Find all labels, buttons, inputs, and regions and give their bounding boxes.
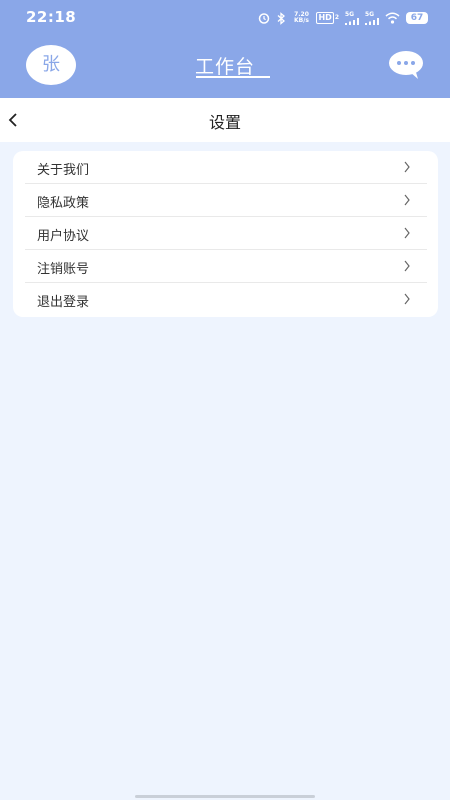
settings-item-delete-account[interactable]: 注销账号 xyxy=(25,250,427,283)
hd-indicator: HD 2 xyxy=(316,12,339,24)
chevron-right-icon xyxy=(404,161,410,173)
settings-item-label: 退出登录 xyxy=(37,295,90,310)
settings-item-user-agreement[interactable]: 用户协议 xyxy=(25,217,427,250)
battery-indicator: 67 xyxy=(406,12,428,24)
settings-item-label: 隐私政策 xyxy=(37,196,90,211)
signal-5g-1: 5G xyxy=(345,11,359,25)
alarm-icon xyxy=(259,13,270,24)
settings-item-privacy-policy[interactable]: 隐私政策 xyxy=(25,184,427,217)
chevron-right-icon xyxy=(404,293,410,305)
chevron-right-icon xyxy=(404,260,410,272)
signal-bars-icon xyxy=(365,18,379,25)
header-title: 工作台 xyxy=(194,56,255,78)
settings-list: 关于我们 隐私政策 用户协议 注销账号 退出登录 xyxy=(13,151,438,317)
signal-bars-icon xyxy=(345,18,359,25)
page-header: 设置 xyxy=(0,98,450,142)
chat-bubble-icon[interactable] xyxy=(388,50,424,80)
status-bar: 22:18 7.20 KB/s HD 2 5G 5G 67 xyxy=(0,0,450,36)
status-icons: 7.20 KB/s HD 2 5G 5G 67 xyxy=(258,10,428,26)
chevron-right-icon xyxy=(404,194,410,206)
settings-item-about-us[interactable]: 关于我们 xyxy=(25,151,427,184)
chevron-right-icon xyxy=(404,227,410,239)
title-underline xyxy=(196,76,270,78)
signal-5g-2: 5G xyxy=(365,11,379,25)
settings-item-logout[interactable]: 退出登录 xyxy=(25,283,427,316)
app-header: 22:18 7.20 KB/s HD 2 5G 5G 67 张 工作台 xyxy=(0,0,450,98)
page-title: 设置 xyxy=(208,113,241,132)
status-time: 22:18 xyxy=(26,8,77,26)
settings-item-label: 关于我们 xyxy=(37,163,90,178)
settings-item-label: 注销账号 xyxy=(37,262,90,277)
settings-item-label: 用户协议 xyxy=(37,229,90,244)
wifi-icon xyxy=(385,12,400,24)
net-speed: 7.20 KB/s xyxy=(293,11,309,24)
home-indicator[interactable] xyxy=(135,795,315,798)
bluetooth-icon xyxy=(278,11,286,25)
